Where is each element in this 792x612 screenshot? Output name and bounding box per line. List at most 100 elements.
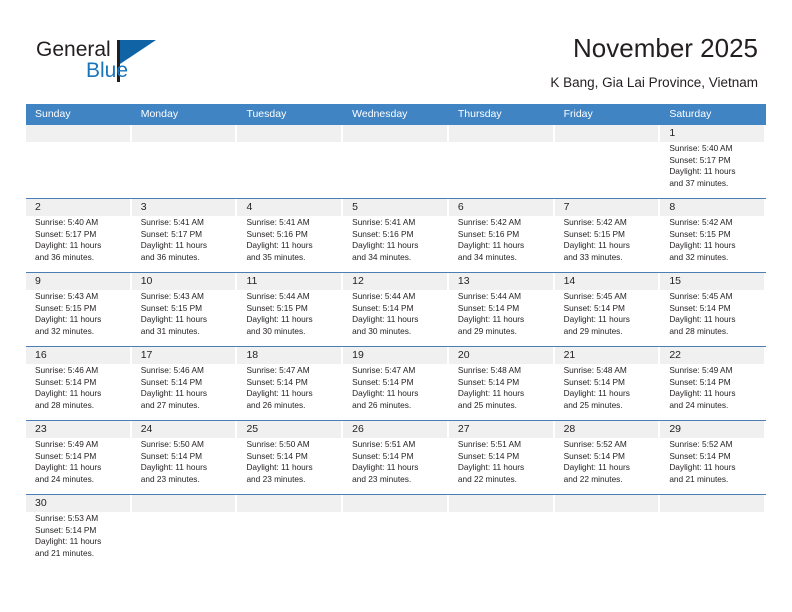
general-blue-logo[interactable]: General Blue (36, 38, 166, 94)
day-sun-info (343, 142, 449, 147)
calendar-day-cell[interactable]: 19 Sunrise: 5:47 AM Sunset: 5:14 PM Dayligh… (343, 347, 449, 420)
day-number-band: 16 (26, 347, 130, 364)
daylight-text-line1: Daylight: 11 hours (352, 314, 419, 325)
weekday-header-tuesday: Tuesday (246, 108, 287, 120)
calendar-day-cell[interactable]: 3 Sunrise: 5:41 AM Sunset: 5:17 PM Daylight… (131, 199, 238, 272)
calendar-day-cell[interactable]: 21 Sunrise: 5:48 AM Sunset: 5:14 PM Dayligh… (554, 347, 661, 420)
sunrise-text: Sunrise: 5:40 AM (669, 143, 733, 153)
sunset-text: Sunset: 5:14 PM (35, 450, 97, 461)
calendar-day-cell[interactable]: 12 Sunrise: 5:44 AM Sunset: 5:14 PM Dayligh… (343, 273, 449, 346)
calendar-day-cell[interactable]: 16 Sunrise: 5:46 AM Sunset: 5:14 PM Dayligh… (26, 347, 132, 420)
day-sun-info (132, 142, 238, 147)
calendar-day-cell[interactable]: 4 Sunrise: 5:41 AM Sunset: 5:16 PM Daylight… (237, 199, 344, 272)
sunset-text: Sunset: 5:14 PM (352, 376, 414, 387)
day-number-band: 5 (343, 199, 447, 216)
calendar-day-cell[interactable]: 7 Sunrise: 5:42 AM Sunset: 5:15 PM Daylight… (554, 199, 661, 272)
calendar-day-cell[interactable]: 27 Sunrise: 5:51 AM Sunset: 5:14 PM Dayligh… (448, 421, 555, 494)
calendar-week-row: 1 Sunrise: 5:40 AM Sunset: 5:17 PM Daylight… (26, 125, 767, 198)
calendar-day-cell[interactable]: 6 Sunrise: 5:42 AM Sunset: 5:16 PM Daylight… (448, 199, 555, 272)
day-number: 3 (140, 201, 147, 213)
daylight-text-line1: Daylight: 11 hours (669, 388, 736, 399)
day-number: 9 (35, 275, 41, 287)
day-number: 13 (457, 275, 470, 287)
calendar-day-cell[interactable]: 18 Sunrise: 5:47 AM Sunset: 5:14 PM Dayligh… (237, 347, 344, 420)
calendar-week-row: 2 Sunrise: 5:40 AM Sunset: 5:17 PM Daylight… (26, 198, 767, 272)
day-number: 25 (246, 423, 259, 435)
day-sun-info: Sunrise: 5:48 AM Sunset: 5:14 PM Daylight:… (555, 364, 661, 415)
day-sun-info: Sunrise: 5:49 AM Sunset: 5:14 PM Daylight:… (660, 364, 766, 415)
day-number-band: 2 (26, 199, 130, 216)
sunrise-text: Sunrise: 5:43 AM (140, 291, 204, 301)
calendar-day-cell[interactable]: 22 Sunrise: 5:49 AM Sunset: 5:14 PM Dayligh… (660, 347, 767, 420)
calendar-day-cell[interactable]: 11 Sunrise: 5:44 AM Sunset: 5:15 PM Dayligh… (237, 273, 344, 346)
sunset-text: Sunset: 5:14 PM (352, 450, 414, 461)
calendar-day-cell[interactable]: 29 Sunrise: 5:52 AM Sunset: 5:14 PM Dayligh… (660, 421, 767, 494)
day-number: 28 (563, 423, 576, 435)
calendar-day-cell[interactable]: 24 Sunrise: 5:50 AM Sunset: 5:14 PM Dayligh… (131, 421, 238, 494)
calendar-day-cell[interactable]: 26 Sunrise: 5:51 AM Sunset: 5:14 PM Dayligh… (343, 421, 449, 494)
daylight-text-line2: and 26 minutes. (246, 399, 306, 410)
calendar-day-cell[interactable]: 2 Sunrise: 5:40 AM Sunset: 5:17 PM Daylight… (26, 199, 132, 272)
daylight-text-line1: Daylight: 11 hours (140, 388, 207, 399)
calendar-day-cell[interactable]: 1 Sunrise: 5:40 AM Sunset: 5:17 PM Daylight… (660, 125, 767, 198)
calendar-week-row: 9 Sunrise: 5:43 AM Sunset: 5:15 PM Daylight… (26, 272, 767, 346)
daylight-text-line2: and 32 minutes. (35, 325, 95, 336)
sunset-text: Sunset: 5:14 PM (563, 450, 625, 461)
day-sun-info: Sunrise: 5:40 AM Sunset: 5:17 PM Daylight:… (26, 216, 132, 267)
day-sun-info (449, 142, 555, 147)
calendar-day-cell[interactable]: 8 Sunrise: 5:42 AM Sunset: 5:15 PM Daylight… (660, 199, 767, 272)
daylight-text-line1: Daylight: 11 hours (563, 388, 630, 399)
calendar-day-cell[interactable]: 9 Sunrise: 5:43 AM Sunset: 5:15 PM Daylight… (26, 273, 132, 346)
calendar-day-cell[interactable]: 5 Sunrise: 5:41 AM Sunset: 5:16 PM Daylight… (343, 199, 449, 272)
daylight-text-line2: and 28 minutes. (35, 399, 95, 410)
calendar-day-cell[interactable]: 17 Sunrise: 5:46 AM Sunset: 5:14 PM Dayligh… (131, 347, 238, 420)
calendar-day-cell[interactable]: 23 Sunrise: 5:49 AM Sunset: 5:14 PM Dayligh… (26, 421, 132, 494)
calendar-day-cell-empty (131, 125, 238, 198)
day-sun-info: Sunrise: 5:41 AM Sunset: 5:16 PM Daylight:… (343, 216, 449, 267)
day-sun-info: Sunrise: 5:53 AM Sunset: 5:14 PM Daylight:… (26, 512, 132, 563)
calendar-grid: Sunday Monday Tuesday Wednesday Thursday Frid… (26, 104, 767, 568)
sunrise-text: Sunrise: 5:41 AM (352, 217, 416, 227)
sunrise-text: Sunrise: 5:41 AM (246, 217, 310, 227)
calendar-day-cell[interactable]: 13 Sunrise: 5:44 AM Sunset: 5:14 PM Dayligh… (448, 273, 555, 346)
calendar-day-cell[interactable]: 20 Sunrise: 5:48 AM Sunset: 5:14 PM Dayligh… (448, 347, 555, 420)
sunset-text: Sunset: 5:15 PM (563, 228, 625, 239)
calendar-day-cell[interactable]: 30 Sunrise: 5:53 AM Sunset: 5:14 PM Dayligh… (26, 495, 132, 568)
calendar-week-row: 30 Sunrise: 5:53 AM Sunset: 5:14 PM Dayligh… (26, 494, 767, 568)
day-sun-info: Sunrise: 5:52 AM Sunset: 5:14 PM Daylight:… (660, 438, 766, 489)
sunrise-text: Sunrise: 5:45 AM (669, 291, 733, 301)
calendar-day-cell-empty (237, 495, 344, 568)
sunrise-text: Sunrise: 5:50 AM (140, 439, 204, 449)
daylight-text-line2: and 30 minutes. (352, 325, 412, 336)
calendar-day-cell[interactable]: 25 Sunrise: 5:50 AM Sunset: 5:14 PM Dayligh… (237, 421, 344, 494)
day-number: 6 (457, 201, 464, 213)
sunrise-text: Sunrise: 5:47 AM (246, 365, 310, 375)
day-sun-info: Sunrise: 5:52 AM Sunset: 5:14 PM Daylight:… (555, 438, 661, 489)
page-header: General Blue November 2025 K Bang, Gia L… (0, 0, 792, 100)
day-sun-info: Sunrise: 5:45 AM Sunset: 5:14 PM Daylight:… (660, 290, 766, 341)
day-sun-info: Sunrise: 5:44 AM Sunset: 5:14 PM Daylight:… (449, 290, 555, 341)
calendar-day-cell[interactable]: 14 Sunrise: 5:45 AM Sunset: 5:14 PM Dayligh… (554, 273, 661, 346)
calendar-day-cell[interactable]: 28 Sunrise: 5:52 AM Sunset: 5:14 PM Dayligh… (554, 421, 661, 494)
sunrise-text: Sunrise: 5:46 AM (35, 365, 99, 375)
calendar-day-cell[interactable]: 15 Sunrise: 5:45 AM Sunset: 5:14 PM Dayligh… (660, 273, 767, 346)
day-number-band: 20 (448, 347, 553, 364)
sunset-text: Sunset: 5:17 PM (140, 228, 203, 239)
sunset-text: Sunset: 5:14 PM (669, 450, 731, 461)
day-number-band: 24 (131, 421, 236, 438)
sunset-text: Sunset: 5:14 PM (669, 376, 731, 387)
day-number-band (237, 495, 342, 512)
calendar-day-cell[interactable]: 10 Sunrise: 5:43 AM Sunset: 5:15 PM Dayligh… (131, 273, 238, 346)
sunset-text: Sunset: 5:16 PM (352, 228, 414, 239)
sunset-text: Sunset: 5:14 PM (669, 302, 731, 313)
day-number-band: 14 (554, 273, 659, 290)
sunrise-text: Sunrise: 5:40 AM (35, 217, 99, 227)
day-number: 17 (140, 349, 153, 361)
day-sun-info: Sunrise: 5:46 AM Sunset: 5:14 PM Daylight:… (132, 364, 238, 415)
sunset-text: Sunset: 5:15 PM (140, 302, 203, 313)
sunset-text: Sunset: 5:14 PM (35, 524, 97, 535)
day-number-band: 12 (343, 273, 447, 290)
day-number: 7 (563, 201, 570, 213)
calendar-week-row: 23 Sunrise: 5:49 AM Sunset: 5:14 PM Dayligh… (26, 420, 767, 494)
sunset-text: Sunset: 5:14 PM (140, 376, 203, 387)
